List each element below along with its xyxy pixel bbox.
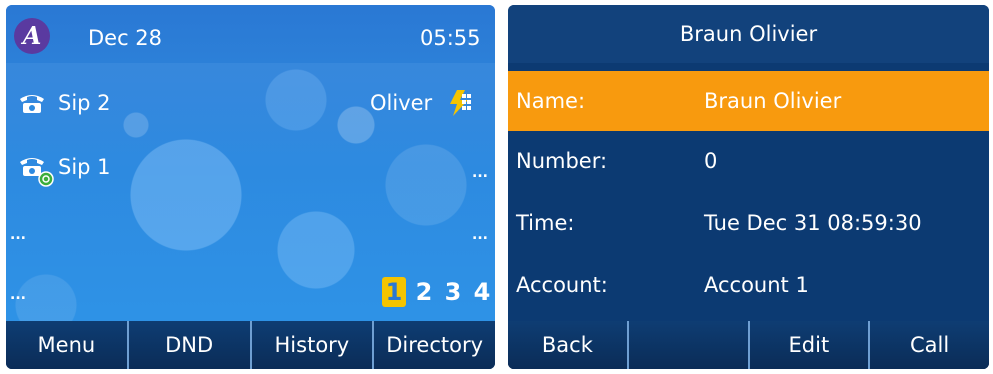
- empty-softkey[interactable]: [626, 321, 748, 369]
- date-label: Dec 28: [88, 26, 163, 50]
- phone-icon: [20, 95, 44, 113]
- field-label: Account:: [516, 273, 608, 297]
- flash-icon: [450, 90, 471, 116]
- line-label: Sip 1: [58, 155, 111, 179]
- page-3-indicator[interactable]: 3: [441, 277, 465, 307]
- page-4-indicator[interactable]: 4: [470, 277, 494, 307]
- field-value: Tue Dec 31 08:59:30: [704, 211, 922, 235]
- field-row-account[interactable]: Account: Account 1: [508, 255, 989, 315]
- page-2-indicator[interactable]: 2: [412, 277, 436, 307]
- empty-line-key[interactable]: ...: [10, 287, 26, 303]
- brand-logo-icon: A: [14, 18, 50, 54]
- status-bar: A Dec 28 05:55: [6, 5, 495, 63]
- line-status: Oliver: [370, 91, 433, 115]
- field-label: Name:: [516, 89, 586, 113]
- directory-softkey[interactable]: Directory: [372, 321, 495, 369]
- field-label: Time:: [516, 211, 575, 235]
- dnd-softkey[interactable]: DND: [126, 321, 250, 369]
- empty-line-key[interactable]: ...: [472, 227, 488, 243]
- menu-softkey[interactable]: Menu: [6, 321, 127, 369]
- edit-softkey[interactable]: Edit: [747, 321, 869, 369]
- back-softkey[interactable]: Back: [508, 321, 627, 369]
- softkey-bar: Menu DND History Directory: [6, 321, 495, 369]
- field-value: 0: [704, 149, 718, 173]
- line-label: Sip 2: [58, 91, 111, 115]
- field-value: Braun Olivier: [704, 89, 842, 113]
- detail-title: Braun Olivier: [508, 5, 989, 63]
- line-status: ...: [472, 165, 488, 181]
- call-softkey[interactable]: Call: [868, 321, 989, 369]
- empty-line-key[interactable]: ...: [10, 227, 26, 243]
- registered-badge-icon: [38, 171, 54, 187]
- history-softkey[interactable]: History: [249, 321, 373, 369]
- field-label: Number:: [516, 149, 608, 173]
- field-row-number[interactable]: Number: 0: [508, 131, 989, 191]
- field-value: Account 1: [704, 273, 809, 297]
- softkey-bar: Back Edit Call: [508, 321, 989, 369]
- clock-label: 05:55: [420, 26, 481, 50]
- page-1-indicator[interactable]: 1: [382, 277, 406, 307]
- field-row-name[interactable]: Name: Braun Olivier: [508, 71, 989, 131]
- idle-screen: A Dec 28 05:55 Sip 2 Oliver Sip 1 ... ..…: [6, 5, 495, 369]
- field-row-time[interactable]: Time: Tue Dec 31 08:59:30: [508, 193, 989, 253]
- contact-detail-screen: Braun Olivier Name: Braun Olivier Number…: [508, 5, 989, 369]
